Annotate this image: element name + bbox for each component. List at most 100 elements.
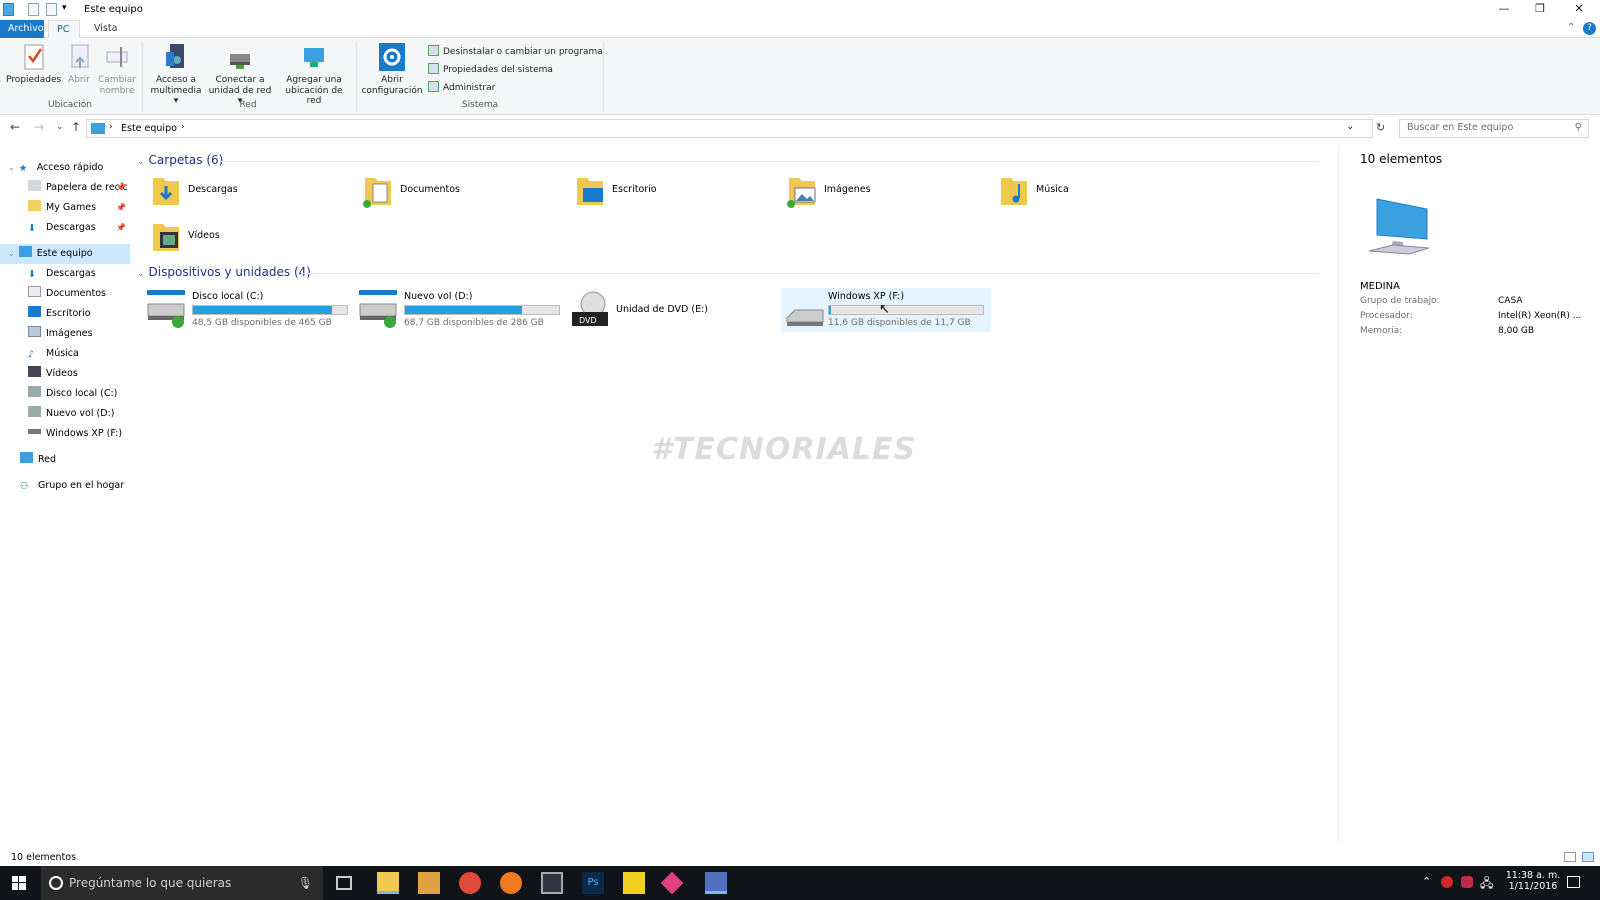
sidebar-item-imagenes[interactable]: Imágenes bbox=[0, 324, 130, 344]
windows-start-icon[interactable] bbox=[12, 876, 26, 890]
administrar-button[interactable]: Administrar bbox=[428, 81, 495, 95]
detail-key: Grupo de trabajo: bbox=[1360, 296, 1440, 306]
app-taskbar-icon[interactable] bbox=[660, 871, 684, 895]
drive-d[interactable]: Nuevo vol (D:) 68,7 GB disponibles de 28… bbox=[357, 288, 567, 332]
clock[interactable]: 11:38 a. m. 1/11/2016 bbox=[1500, 870, 1566, 892]
drive-free-space: 11,6 GB disponibles de 11,7 GB bbox=[828, 318, 971, 328]
pin-icon[interactable]: 📌 bbox=[116, 178, 126, 198]
folder-escritorio[interactable]: Escritorio bbox=[575, 172, 775, 212]
help-icon[interactable]: ? bbox=[1583, 22, 1596, 35]
cambiar-nombre-button[interactable]: Cambiar nombre bbox=[97, 42, 137, 96]
sidebar-item-descargas-quick[interactable]: ⬇ Descargas 📌 bbox=[0, 218, 130, 238]
quick-access-dropdown-icon[interactable]: ▾ bbox=[62, 3, 67, 13]
folder-label: Documentos bbox=[400, 184, 460, 195]
network-tray-icon[interactable]: 🖧 bbox=[1480, 874, 1493, 895]
group-divider bbox=[301, 273, 1319, 274]
drive-usage-bar bbox=[404, 305, 560, 315]
chrome-taskbar-icon[interactable] bbox=[459, 872, 481, 894]
task-view-icon[interactable] bbox=[336, 876, 352, 890]
antivirus-tray-icon[interactable] bbox=[1441, 876, 1453, 888]
desinstalar-programa-button[interactable]: Desinstalar o cambiar un programa bbox=[428, 45, 603, 59]
new-folder-quick-icon[interactable] bbox=[46, 3, 57, 16]
detail-value: CASA bbox=[1498, 296, 1523, 306]
pin-icon[interactable]: 📌 bbox=[116, 198, 126, 218]
folder-descargas[interactable]: Descargas bbox=[151, 172, 351, 212]
propiedades-button[interactable]: Propiedades bbox=[6, 42, 61, 86]
search-input[interactable]: Buscar en Este equipo ⚲ bbox=[1399, 119, 1589, 138]
photoshop-taskbar-icon[interactable]: Ps bbox=[582, 872, 604, 894]
tab-archivo[interactable]: Archivo bbox=[0, 20, 44, 38]
collapse-ribbon-icon[interactable]: ⌃ bbox=[1567, 22, 1575, 33]
drive-dvd-e[interactable]: DVD Unidad de DVD (E:) bbox=[569, 288, 779, 332]
sticky-notes-taskbar-icon[interactable] bbox=[623, 872, 645, 894]
sidebar-item-red[interactable]: Red bbox=[0, 450, 130, 470]
sidebar-item-papelera[interactable]: Papelera de recic 📌 bbox=[0, 178, 130, 198]
action-center-icon[interactable] bbox=[1567, 876, 1580, 888]
agregar-ubicacion-red-button[interactable]: Agregar una ubicación de red bbox=[277, 42, 351, 107]
sidebar-item-disco-c[interactable]: Disco local (C:) bbox=[0, 384, 130, 404]
sidebar-item-musica[interactable]: ♪ Música bbox=[0, 344, 130, 364]
close-button[interactable]: ✕ bbox=[1562, 0, 1596, 20]
firefox-taskbar-icon[interactable] bbox=[500, 872, 522, 894]
back-arrow-icon[interactable]: ← bbox=[10, 120, 20, 134]
sidebar-item-grupo-hogar[interactable]: ⚇ Grupo en el hogar bbox=[0, 476, 130, 496]
minimize-button[interactable]: — bbox=[1487, 0, 1521, 20]
ribbon-separator bbox=[356, 42, 357, 112]
sidebar-item-este-equipo[interactable]: ⌄ Este equipo bbox=[0, 244, 130, 264]
abrir-configuracion-button[interactable]: Abrir configuración bbox=[360, 42, 424, 96]
sidebar-item-acceso-rapido[interactable]: ⌄ ★ Acceso rápido bbox=[0, 158, 130, 178]
microphone-icon[interactable]: 🎙 bbox=[298, 866, 313, 900]
videos-folder-icon bbox=[153, 224, 179, 251]
sidebar-item-descargas[interactable]: ⬇ Descargas bbox=[0, 264, 130, 284]
app-tray-icon[interactable] bbox=[1461, 876, 1473, 888]
sidebar-item-escritorio[interactable]: Escritorio bbox=[0, 304, 130, 324]
conectar-label-1: Conectar a bbox=[215, 75, 265, 85]
drive-windows-xp-f[interactable]: Windows XP (F:) 11,6 GB disponibles de 1… bbox=[781, 288, 991, 332]
restore-button[interactable]: ❐ bbox=[1523, 0, 1557, 20]
propiedades-sistema-button[interactable]: Propiedades del sistema bbox=[428, 63, 553, 77]
tab-pc[interactable]: PC bbox=[48, 20, 80, 38]
recent-locations-icon[interactable]: ⌄ bbox=[56, 122, 64, 132]
sidebar-item-nuevo-vol-d[interactable]: Nuevo vol (D:) bbox=[0, 404, 130, 424]
forward-arrow-icon[interactable]: → bbox=[34, 120, 44, 134]
properties-quick-icon[interactable] bbox=[28, 3, 39, 16]
sidebar-item-documentos[interactable]: Documentos bbox=[0, 284, 130, 304]
details-view-icon[interactable] bbox=[1564, 852, 1576, 862]
address-dropdown-icon[interactable]: ⌄ bbox=[1346, 122, 1354, 132]
cortana-search-box[interactable]: Pregúntame lo que quieras 🎙 bbox=[41, 866, 323, 900]
breadcrumb[interactable]: Este equipo bbox=[121, 123, 177, 134]
sidebar-item-label: Red bbox=[38, 454, 57, 465]
sidebar-item-videos[interactable]: Vídeos bbox=[0, 364, 130, 384]
uninstall-icon bbox=[428, 45, 439, 56]
drive-usage-bar bbox=[192, 305, 348, 315]
tab-vista[interactable]: Vista bbox=[86, 20, 125, 38]
nombre-label: nombre bbox=[99, 85, 135, 96]
details-pane: 10 elementos MEDINA Grupo de trabajo: CA… bbox=[1338, 145, 1600, 845]
group-header-carpetas[interactable]: ⌄ Carpetas (6) bbox=[137, 153, 223, 167]
sidebar-item-windows-xp-f[interactable]: Windows XP (F:) bbox=[0, 424, 130, 444]
abrir-button[interactable]: Abrir bbox=[66, 42, 92, 86]
folder-documentos[interactable]: Documentos bbox=[363, 172, 563, 212]
large-icons-view-icon[interactable] bbox=[1582, 852, 1594, 862]
usb-drive-icon bbox=[28, 429, 41, 434]
folder-musica[interactable]: Música bbox=[999, 172, 1199, 212]
refresh-icon[interactable]: ↻ bbox=[1376, 121, 1385, 134]
tray-chevron-up-icon[interactable]: ⌃ bbox=[1422, 875, 1431, 888]
conectar-unidad-red-button[interactable]: Conectar a unidad de red ▾ bbox=[206, 42, 274, 107]
search-icon[interactable]: ⚲ bbox=[1575, 122, 1582, 133]
administrar-label: Administrar bbox=[443, 83, 496, 93]
video-editor-taskbar-icon[interactable] bbox=[541, 872, 563, 894]
drive-c[interactable]: Disco local (C:) 48,5 GB disponibles de … bbox=[145, 288, 355, 332]
file-explorer-taskbar-icon[interactable] bbox=[377, 872, 399, 894]
folder-imagenes[interactable]: Imágenes bbox=[787, 172, 987, 212]
pin-icon[interactable]: 📌 bbox=[116, 218, 126, 238]
media-player-taskbar-icon[interactable] bbox=[418, 872, 440, 894]
group-header-dispositivos[interactable]: ⌄ Dispositivos y unidades (4) bbox=[137, 265, 311, 279]
acceso-multimedia-button[interactable]: Acceso a multimedia ▾ bbox=[147, 42, 205, 107]
up-arrow-icon[interactable]: ↑ bbox=[71, 120, 81, 134]
sidebar-item-my-games[interactable]: My Games 📌 bbox=[0, 198, 130, 218]
remote-app-taskbar-icon[interactable] bbox=[705, 872, 727, 894]
status-count: 10 elementos bbox=[11, 852, 77, 863]
address-bar[interactable]: › Este equipo › ⌄ bbox=[86, 119, 1373, 138]
folder-videos[interactable]: Vídeos bbox=[151, 218, 351, 258]
